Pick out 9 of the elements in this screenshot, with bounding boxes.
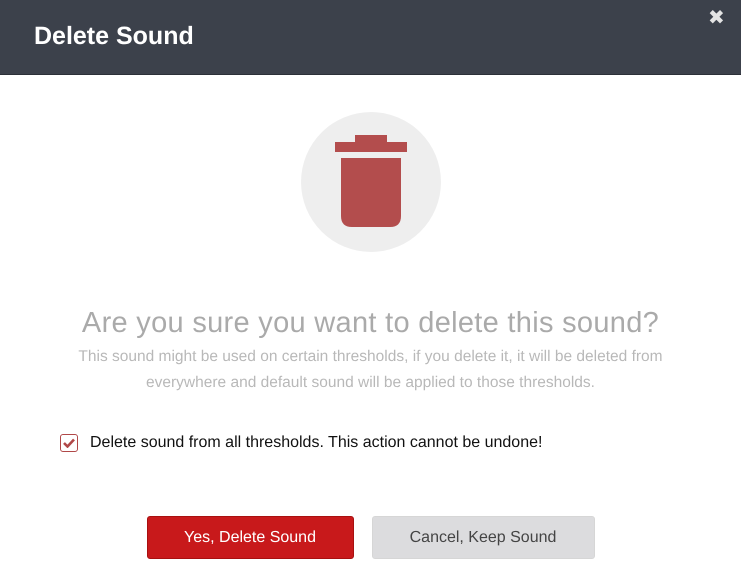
delete-button[interactable]: Yes, Delete Sound: [146, 516, 354, 559]
close-button[interactable]: ✖: [706, 6, 727, 30]
checkbox-label: Delete sound from all thresholds. This action cannot be undone!: [90, 434, 542, 452]
cancel-button[interactable]: Cancel, Keep Sound: [372, 516, 594, 559]
dialog-title: Delete Sound: [34, 22, 194, 51]
warning-message: This sound might be used on certain thresholds, if you delete it, it will be deleted from everywhere and default sound will be applied to those thresholds.: [77, 347, 664, 393]
trash-can-icon: [334, 135, 406, 229]
checkbox[interactable]: [60, 434, 78, 452]
confirmation-question: Are you sure you want to delete this sound?: [82, 307, 660, 340]
